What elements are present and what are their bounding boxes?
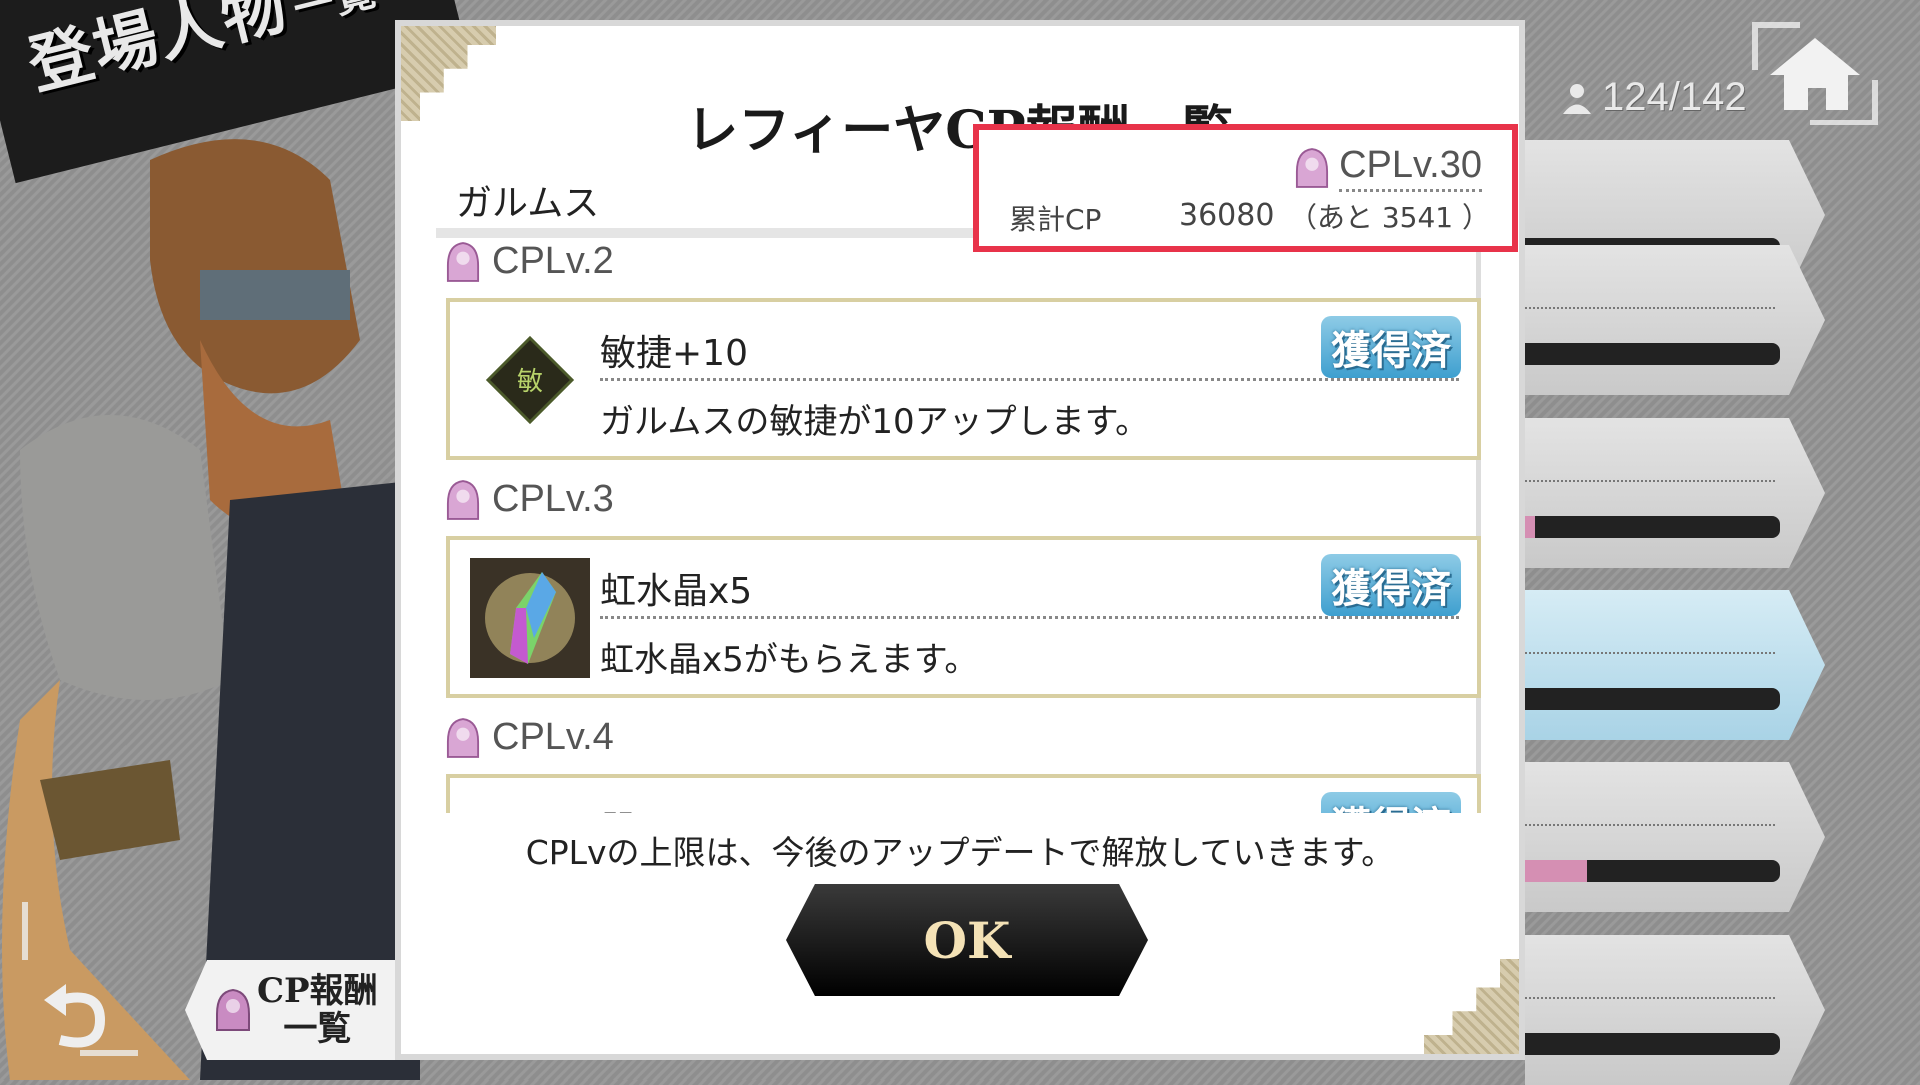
reward-card: 虹水晶x5 獲得済 虹水晶x5がもらえます。 xyxy=(446,536,1481,698)
back-arrow-icon xyxy=(44,984,106,1048)
cp-level-heading: CPLv.3 xyxy=(446,478,614,521)
reward-card: 器用+8 獲得済 xyxy=(446,774,1481,813)
reward-name: 敏捷+10 xyxy=(600,333,748,374)
back-button[interactable] xyxy=(20,900,140,1060)
cp-status-highlight: CPLv.30 累計CP 36080 （あと 3541 ） xyxy=(973,124,1518,252)
character-list-item[interactable] xyxy=(1525,245,1825,395)
character-list-item[interactable] xyxy=(1525,418,1825,568)
divider xyxy=(600,616,1459,619)
reward-name: 虹水晶x5 xyxy=(600,571,753,612)
home-button[interactable] xyxy=(1750,20,1880,130)
ok-button[interactable]: OK xyxy=(786,884,1148,996)
character-count: 124/142 xyxy=(1560,75,1747,120)
home-icon xyxy=(1770,38,1860,110)
ok-button-label: OK xyxy=(923,910,1011,970)
cp-level-heading: CPLv.2 xyxy=(446,240,614,283)
cp-reward-dialog: レフィーヤCP報酬一覧 ガルムス CPLv.2 敏 敏捷+10 獲得済 ガルムス… xyxy=(395,20,1525,1060)
cp-icon xyxy=(446,717,480,758)
obtained-badge: 獲得済 xyxy=(1321,316,1461,378)
rainbow-crystal-icon xyxy=(470,558,590,678)
reward-name: 器用+8 xyxy=(600,800,725,813)
cp-reward-list-button[interactable]: CP報酬 一覧 xyxy=(185,960,405,1060)
cp-level-heading: CPLv.4 xyxy=(446,716,614,759)
agility-icon: 敏 xyxy=(485,335,575,425)
character-list-item[interactable] xyxy=(1525,762,1825,912)
dialog-corner-ornament xyxy=(1424,959,1519,1054)
current-cp-level: CPLv.30 xyxy=(1339,144,1482,192)
character-list-item-selected[interactable] xyxy=(1525,590,1825,740)
person-icon xyxy=(1563,83,1591,114)
cp-icon xyxy=(446,241,480,282)
divider xyxy=(600,378,1459,381)
cp-icon xyxy=(1296,148,1329,188)
cp-icon xyxy=(446,479,480,520)
svg-text:敏: 敏 xyxy=(517,367,543,397)
reward-description: ガルムスの敏捷が10アップします。 xyxy=(600,402,1150,442)
reward-card: 敏 敏捷+10 獲得済 ガルムスの敏捷が10アップします。 xyxy=(446,298,1481,460)
cp-total-label: 累計CP xyxy=(1009,203,1102,236)
character-list-item[interactable] xyxy=(1525,935,1825,1085)
obtained-badge: 獲得済 xyxy=(1321,792,1461,813)
obtained-badge: 獲得済 xyxy=(1321,554,1461,616)
cp-level-cap-notice: CPLvの上限は、今後のアップデートで解放していきます。 xyxy=(525,833,1395,872)
cp-total-value: 36080 xyxy=(1179,198,1275,233)
cp-level-row: CPLv.30 xyxy=(1295,144,1482,192)
cp-remaining: （あと 3541 ） xyxy=(1288,201,1490,234)
reward-list[interactable]: CPLv.2 敏 敏捷+10 獲得済 ガルムスの敏捷が10アップします。 CPL… xyxy=(436,228,1481,813)
character-name: ガルムス xyxy=(456,183,600,224)
cp-icon xyxy=(216,988,250,1031)
reward-description: 虹水晶x5がもらえます。 xyxy=(600,640,979,680)
